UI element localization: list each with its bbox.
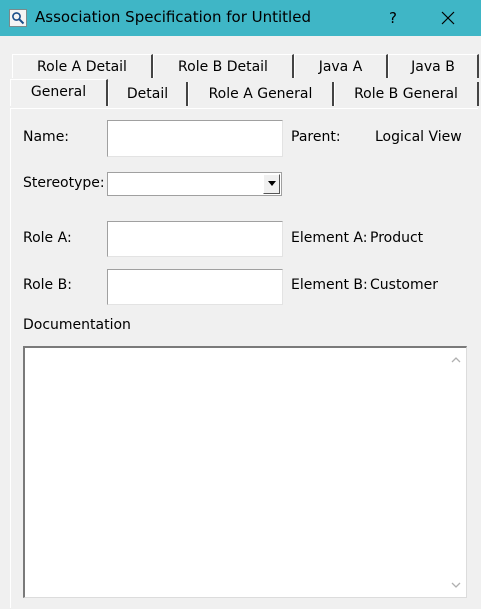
window-title: Association Specification for Untitled [35, 8, 311, 26]
scroll-up-icon[interactable] [450, 355, 462, 365]
tab-role-b-general[interactable]: Role B General [334, 82, 479, 106]
stereotype-select[interactable] [107, 172, 282, 196]
role-b-input[interactable] [107, 269, 283, 305]
tab-general[interactable]: General [10, 79, 108, 106]
tab-java-b[interactable]: Java B [388, 54, 479, 78]
role-b-label: Role B: [23, 277, 72, 293]
tab-role-a-general[interactable]: Role A General [188, 82, 334, 106]
role-a-input[interactable] [107, 221, 283, 257]
parent-label: Parent: [291, 129, 341, 145]
chevron-down-icon [268, 181, 276, 186]
close-button[interactable] [433, 5, 463, 31]
name-input[interactable] [107, 120, 283, 157]
tab-java-a[interactable]: Java A [294, 54, 388, 78]
scroll-down-icon[interactable] [450, 580, 462, 590]
tab-detail[interactable]: Detail [108, 82, 188, 106]
element-b-label: Element B: [291, 277, 368, 293]
tab-row-back: Role A Detail Role B Detail Java A Java … [0, 54, 481, 79]
tab-role-b-detail[interactable]: Role B Detail [153, 54, 294, 78]
documentation-textarea[interactable] [23, 346, 467, 598]
element-a-label: Element A: [291, 230, 368, 246]
name-label: Name: [23, 129, 70, 145]
documentation-scrollbar[interactable] [446, 348, 466, 597]
element-a-value: Product [370, 230, 424, 246]
tab-role-a-detail[interactable]: Role A Detail [12, 54, 153, 78]
close-icon [441, 11, 455, 25]
documentation-label: Documentation [23, 317, 131, 333]
tab-row-front: General Detail Role A General Role B Gen… [0, 79, 481, 108]
help-button[interactable]: ? [378, 5, 408, 31]
stereotype-label: Stereotype: [23, 175, 105, 191]
role-a-label: Role A: [23, 230, 72, 246]
magnifier-icon [9, 9, 27, 27]
parent-value: Logical View [375, 129, 462, 145]
stereotype-dropdown-button[interactable] [263, 174, 280, 194]
title-bar: Association Specification for Untitled ? [0, 0, 481, 36]
element-b-value: Customer [370, 277, 439, 293]
